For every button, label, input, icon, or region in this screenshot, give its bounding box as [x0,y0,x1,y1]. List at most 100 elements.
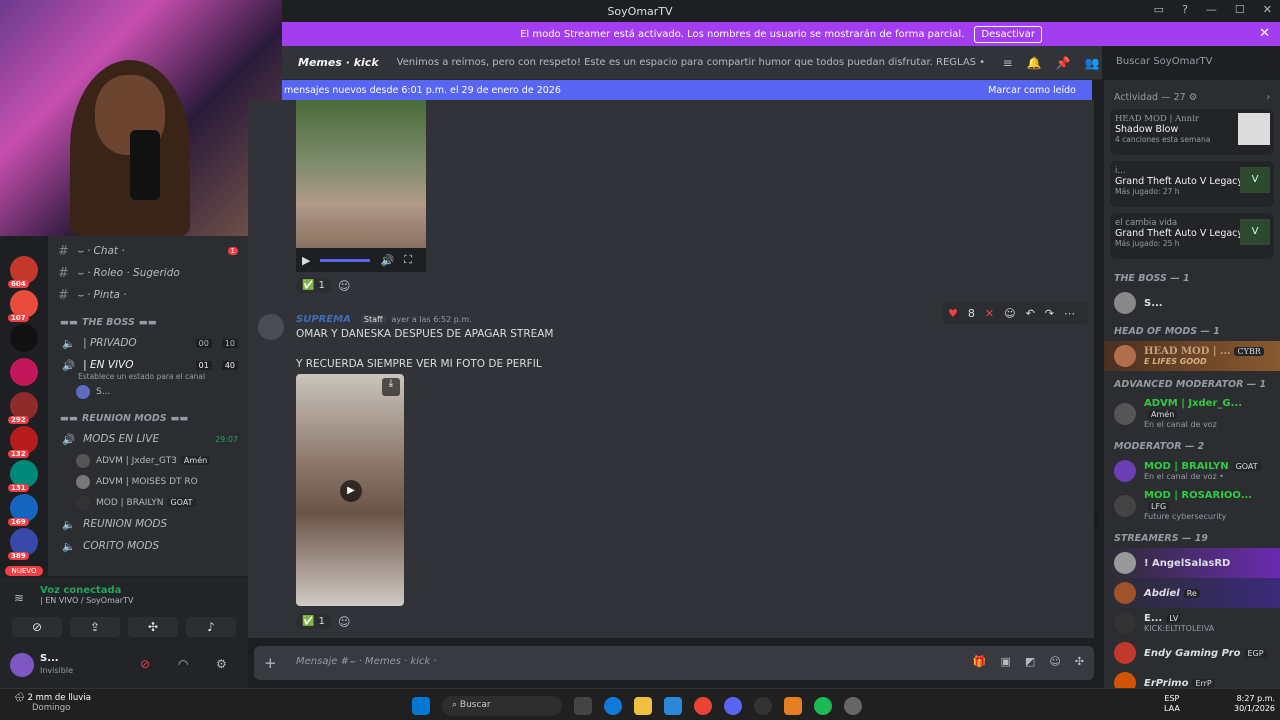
app-icon[interactable] [844,697,862,715]
chrome-icon[interactable] [694,697,712,715]
gif-icon[interactable]: ▣ [1001,655,1011,668]
author-name[interactable]: SUPREMA [296,314,351,325]
add-attachment-icon[interactable]: + [264,654,277,672]
member-item[interactable]: ADVM | Jxder_G...Amén En el canal de voz [1104,394,1280,433]
members-icon[interactable]: 👥 [1085,56,1100,70]
close-button[interactable]: ✕ [1263,3,1272,16]
member-item[interactable]: MOD | ROSARIOO...LFG Future cybersecurity [1104,486,1280,525]
voice-user[interactable]: S... [48,381,248,402]
member-item[interactable]: Abdiel Re [1104,578,1280,608]
activity-card[interactable]: i... Grand Theft Auto V Legacy Más jugad… [1110,161,1274,207]
server-icon[interactable] [10,358,38,386]
screenshare-button[interactable]: ⇪ [70,617,120,637]
channel-chat[interactable]: # ⌣ · Chat · 1 [48,240,248,262]
weather-widget[interactable]: 🌧 2 mm de lluvia Domingo [14,693,91,713]
voice-channel-privado[interactable]: 🔈 | PRIVADO 00 10 [48,332,248,354]
voice-channel-name[interactable]: | EN VIVO / SoyOmarTV [0,596,248,605]
reply-icon[interactable]: ↶ [1026,307,1035,320]
voice-user[interactable]: ADVM | Jxder_GT3 Amén [48,450,248,471]
language-indicator[interactable]: ESP LAA [1164,694,1180,714]
new-badge[interactable]: NUEVO [5,566,43,576]
download-icon[interactable]: ⤓ [382,378,400,396]
author-avatar[interactable] [258,314,284,340]
member-item[interactable]: MOD | BRAILYN GOAT En el canal de voz • [1104,456,1280,486]
message-input[interactable]: Mensaje #⌣ · Memes · kick · [296,656,437,667]
discord-icon[interactable] [724,697,742,715]
channel-roleo[interactable]: # ⌣ · Roleo · Sugerido [48,262,248,284]
apps-icon[interactable]: ✣ [1075,655,1084,668]
edge-icon[interactable] [604,697,622,715]
fullscreen-icon[interactable]: ⛶ [404,253,412,267]
play-icon[interactable]: ▶ [302,254,310,267]
bell-icon[interactable]: 🔔 [1027,56,1042,70]
settings-gear-icon[interactable]: ⚙ [216,657,227,671]
reaction[interactable]: ✅ 1 [296,613,331,629]
mic-muted-icon[interactable]: ⊘ [140,657,150,671]
member-item[interactable]: E... LV KICK:ELTITOLEIVA [1104,608,1280,638]
activities-button[interactable]: ✣ [128,617,178,637]
user-avatar[interactable] [10,653,34,677]
reaction[interactable]: ✅ 1 [296,277,331,293]
server-icon[interactable]: 604 [8,256,38,288]
inbox-icon[interactable]: ▭ [1154,3,1164,16]
clock[interactable]: 8:27 p.m. 30/1/2026 [1234,694,1275,714]
video-attachment[interactable]: ▶ ⤓ [296,374,404,606]
server-icon[interactable]: 131 [8,460,38,492]
more-icon[interactable]: ⋯ [1064,307,1075,320]
app-icon[interactable] [784,697,802,715]
server-icon[interactable]: 389 [8,528,38,560]
channel-status[interactable]: Establece un estado para el canal [48,372,248,381]
volume-icon[interactable]: 🔊 [380,254,394,267]
member-item[interactable]: HEAD MOD | ... CYBR E LIFES GOOD [1104,341,1280,371]
spotify-icon[interactable] [814,697,832,715]
voice-channel-reunion-mods[interactable]: 🔈 REUNION MODS [48,513,248,535]
server-icon[interactable] [10,324,38,352]
emoji-icon[interactable]: ☺ [1049,655,1060,668]
mark-read-button[interactable]: Marcar como leído [988,85,1076,96]
play-icon[interactable]: ▶ [340,480,362,502]
voice-user[interactable]: ADVM | MOISES DT RO [48,471,248,492]
store-icon[interactable] [664,697,682,715]
deactivate-button[interactable]: Desactivar [974,25,1042,43]
camera-off-button[interactable]: ⊘ [12,617,62,637]
forward-icon[interactable]: ↷ [1045,307,1054,320]
server-icon[interactable]: 107 [8,290,38,322]
task-view-icon[interactable] [574,697,592,715]
pin-icon[interactable]: 📌 [1056,56,1071,70]
activity-card[interactable]: HEAD MOD | Annir Shadow Blow 4 canciones… [1110,109,1274,155]
folder-icon[interactable] [634,697,652,715]
server-icon[interactable]: 132 [8,426,38,458]
channel-topic[interactable]: Venimos a reírnos, pero con respeto! Est… [397,57,987,68]
new-messages-bar[interactable]: mensajes nuevos desde 6:01 p.m. el 29 de… [282,80,1092,100]
voice-channel-corito-mods[interactable]: 🔈 CORITO MODS [48,535,248,557]
search-input[interactable]: Buscar SoyOmarTV [1110,52,1272,72]
video-thumbnail[interactable] [296,100,426,248]
add-reaction-icon[interactable]: ☺ [338,615,351,629]
heart-icon[interactable]: ♥ [948,307,958,320]
chevron-right-icon[interactable]: › [1266,92,1270,103]
add-reaction-icon[interactable]: ☺ [338,279,351,293]
gift-icon[interactable]: 🎁 [973,655,987,668]
minimize-button[interactable]: — [1206,3,1217,16]
server-icon[interactable]: 292 [8,392,38,424]
scrollbar[interactable] [1094,512,1098,532]
member-item[interactable]: ! AngelSalasRD [1104,548,1280,578]
taskbar-search[interactable]: ⌕ Buscar [442,696,562,716]
maximize-button[interactable]: ☐ [1235,3,1245,16]
x-icon[interactable]: ✕ [985,307,994,320]
help-icon[interactable]: ? [1182,3,1188,16]
obs-icon[interactable] [754,697,772,715]
threads-icon[interactable]: ≡ [1003,56,1013,70]
emoji-icon[interactable]: ☺ [1004,307,1015,320]
soundboard-button[interactable]: ♪ [186,617,236,637]
headphones-icon[interactable]: ◠ [178,657,188,671]
channel-pinta[interactable]: # ⌣ · Pinta · [48,284,248,306]
category-the-boss[interactable]: ▬▬ THE BOSS ▬▬ [48,312,248,332]
server-icon[interactable]: 169 [8,494,38,526]
close-icon[interactable]: ✕ [1259,26,1270,41]
category-reunion-mods[interactable]: ▬▬ REUNION MODS ▬▬ [48,408,248,428]
member-item[interactable]: S... [1104,288,1280,318]
volume-slider[interactable] [320,258,371,262]
member-item[interactable]: Endy Gaming Pro EGP [1104,638,1280,668]
start-icon[interactable] [412,697,430,715]
